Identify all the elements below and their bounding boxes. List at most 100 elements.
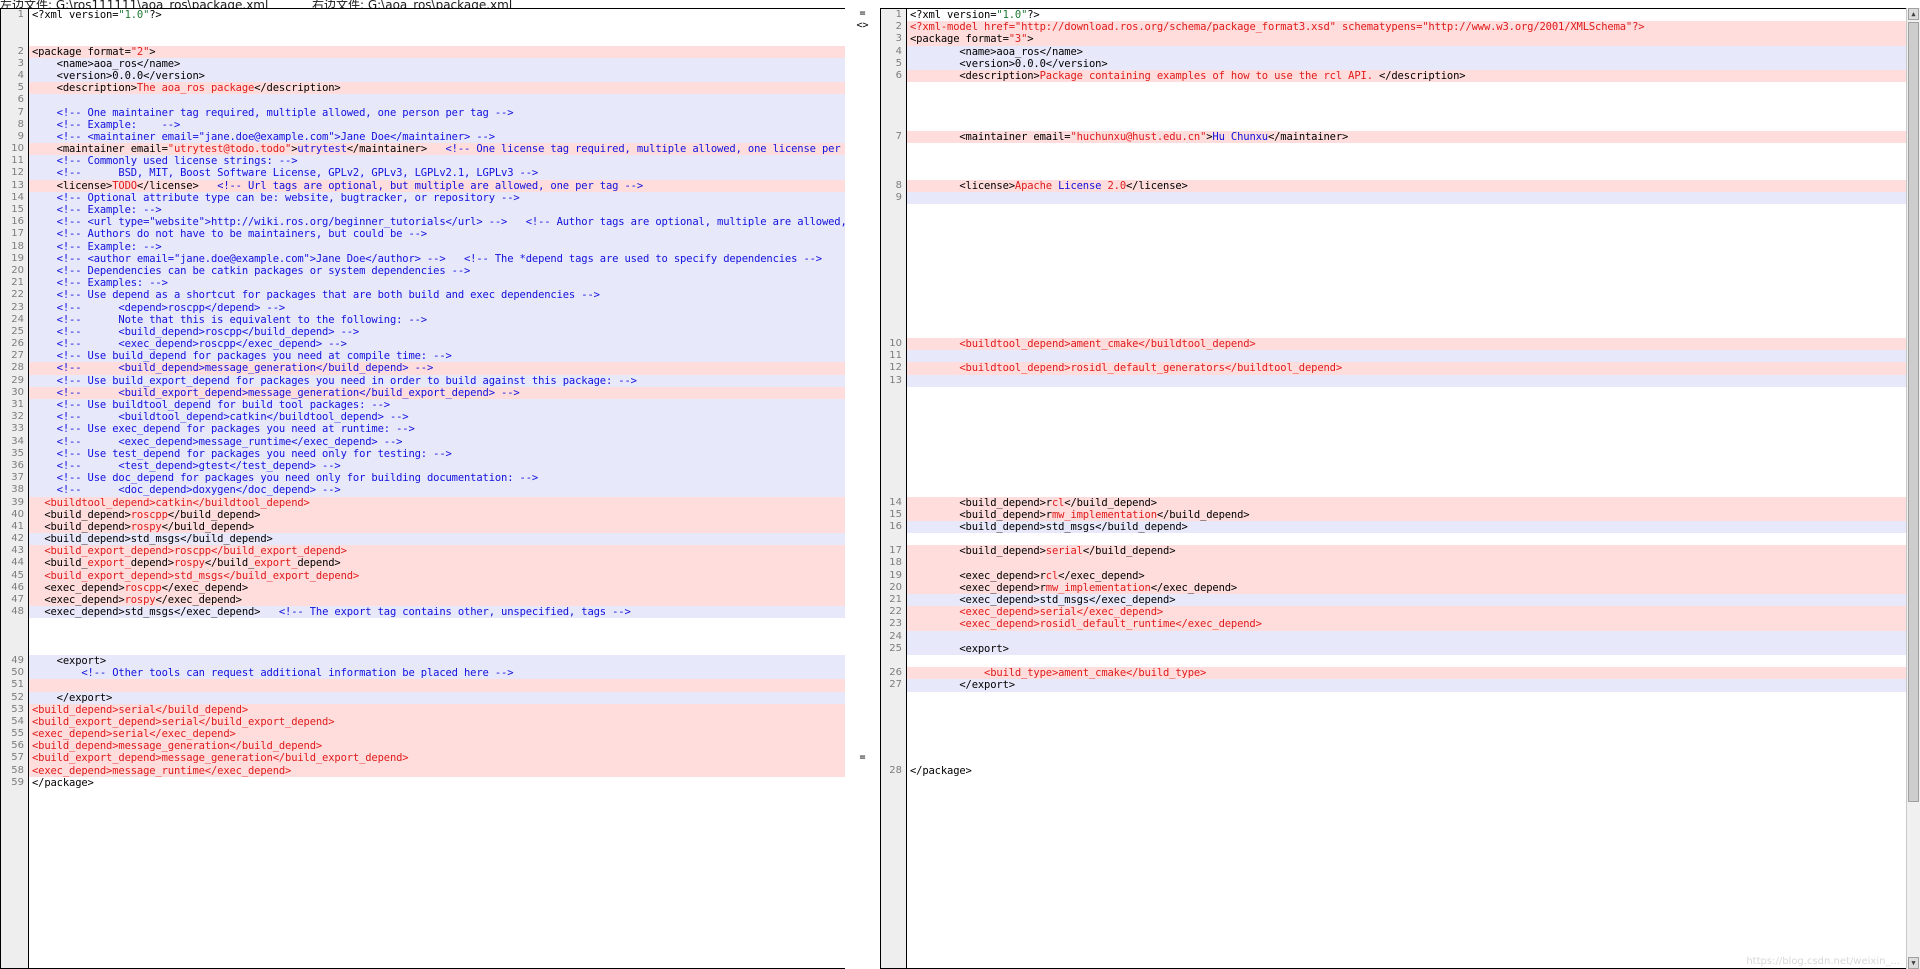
left-code-line[interactable]: </package> xyxy=(29,776,845,789)
right-code-line[interactable] xyxy=(907,350,1920,363)
left-code-line[interactable]: <build_depend>message_generation</build_… xyxy=(29,740,845,753)
right-file-pane[interactable]: 123456 7 89 10 11 12 13 14 15 16 17 18 19 20 21 22… xyxy=(880,8,1920,969)
left-code-line[interactable]: <maintainer email="utrytest@todo.todo">u… xyxy=(29,143,845,156)
right-code-line[interactable]: <build_depend>rcl</build_depend> xyxy=(907,496,1920,509)
right-code-line[interactable] xyxy=(907,386,1920,399)
right-code-line[interactable] xyxy=(907,313,1920,326)
diff-marker[interactable]: = xyxy=(845,752,880,764)
left-code-line[interactable]: <license>TODO</license> <!-- Url tags ar… xyxy=(29,179,845,192)
right-code-line[interactable]: <version>0.0.0</version> xyxy=(907,57,1920,70)
left-code-line[interactable] xyxy=(29,679,845,692)
right-code-line[interactable] xyxy=(907,703,1920,716)
right-code-line[interactable]: <maintainer email="huchunxu@hust.edu.cn"… xyxy=(907,130,1920,144)
left-code-line[interactable]: <!-- BSD, MIT, Boost Software License, G… xyxy=(29,167,845,180)
right-code-line[interactable] xyxy=(907,325,1920,339)
right-code-line[interactable] xyxy=(907,654,1920,668)
left-code-line[interactable]: <build_depend>rospy</build_depend> xyxy=(29,520,845,534)
left-code-line[interactable]: <!-- Examples: --> xyxy=(29,277,845,290)
left-code-line[interactable]: <!-- Use depend as a shortcut for packag… xyxy=(29,289,845,302)
left-code-line[interactable]: <!-- Example: --> xyxy=(29,118,845,131)
right-code-line[interactable]: <license>Apache License 2.0</license> xyxy=(907,179,1920,192)
right-code-line[interactable]: <?xml version="1.0"?> xyxy=(907,9,1920,22)
left-code-line[interactable]: <version>0.0.0</version> xyxy=(29,69,845,83)
left-code-line[interactable]: <exec_depend>roscpp</exec_depend> xyxy=(29,581,845,594)
right-code-line[interactable] xyxy=(907,252,1920,265)
right-code-line[interactable] xyxy=(907,94,1920,107)
left-code-line[interactable]: <buildtool_depend>catkin</buildtool_depe… xyxy=(29,496,845,509)
left-code-line[interactable]: <!-- <author email="jane.doe@example.com… xyxy=(29,252,845,265)
right-code-line[interactable] xyxy=(907,216,1920,229)
left-code-line[interactable]: <!-- <build_depend>message_generation</b… xyxy=(29,362,845,375)
left-code-line[interactable]: <!-- Commonly used license strings: --> xyxy=(29,155,845,168)
right-code-line[interactable]: <export> xyxy=(907,642,1920,655)
left-code-line[interactable]: <!-- Example: --> xyxy=(29,204,845,217)
right-code-line[interactable]: <buildtool_depend>rosidl_default_generat… xyxy=(907,362,1920,375)
right-code-line[interactable]: <name>aoa_ros</name> xyxy=(907,45,1920,58)
left-code-line[interactable]: <!-- <maintainer email="jane.doe@example… xyxy=(29,130,845,144)
left-code-line[interactable]: <?xml version="1.0"?> xyxy=(29,9,845,22)
left-code-line[interactable] xyxy=(29,630,845,643)
left-code-line[interactable]: <!-- <build_depend>roscpp</build_depend>… xyxy=(29,325,845,339)
right-code-line[interactable]: <exec_depend>serial</exec_depend> xyxy=(907,606,1920,619)
vertical-scrollbar[interactable]: ▲ ▼ xyxy=(1906,8,1920,969)
right-code-line[interactable]: <build_depend>serial</build_depend> xyxy=(907,545,1920,558)
right-code-line[interactable] xyxy=(907,447,1920,460)
left-code-line[interactable]: <!-- Use buildtool_depend for build tool… xyxy=(29,399,845,412)
left-code-line[interactable]: <build_export_depend>roscpp</build_expor… xyxy=(29,545,845,558)
right-code-line[interactable] xyxy=(907,106,1920,119)
right-code-line[interactable] xyxy=(907,484,1920,497)
left-code-line[interactable]: <!-- <doc_depend>doxygen</doc_depend> --… xyxy=(29,484,845,497)
right-code-line[interactable] xyxy=(907,167,1920,180)
left-code-line[interactable]: <!-- Note that this is equivalent to the… xyxy=(29,313,845,326)
right-code-line[interactable] xyxy=(907,459,1920,473)
right-code-line[interactable] xyxy=(907,191,1920,204)
left-code-line[interactable] xyxy=(29,21,845,34)
right-code-line[interactable] xyxy=(907,240,1920,253)
right-code-line[interactable] xyxy=(907,411,1920,424)
right-code-line[interactable] xyxy=(907,752,1920,765)
right-code-area[interactable]: <?xml version="1.0"?> <?xml-model href="h… xyxy=(907,9,1920,968)
right-code-line[interactable] xyxy=(907,728,1920,741)
left-code-line[interactable]: </export> xyxy=(29,691,845,704)
right-code-line[interactable] xyxy=(907,277,1920,290)
left-code-line[interactable]: <!-- Example: --> xyxy=(29,240,845,253)
scrollbar-thumb[interactable] xyxy=(1908,22,1919,802)
left-code-line[interactable]: <!-- Use test_depend for packages you ne… xyxy=(29,447,845,460)
left-code-line[interactable]: <!-- <url type="website">http://wiki.ros… xyxy=(29,216,845,229)
right-code-line[interactable] xyxy=(907,740,1920,753)
left-code-line[interactable]: <build_export_depend>serial</build_expor… xyxy=(29,715,845,729)
scroll-up-arrow-icon[interactable]: ▲ xyxy=(1908,8,1919,20)
right-code-line[interactable]: <build_depend>std_msgs</build_depend> xyxy=(907,520,1920,534)
diff-marker[interactable]: = xyxy=(845,8,880,20)
left-code-line[interactable]: <!-- Use exec_depend for packages you ne… xyxy=(29,423,845,436)
diff-marker[interactable]: <> xyxy=(845,20,880,32)
right-code-line[interactable] xyxy=(907,204,1920,217)
right-code-line[interactable] xyxy=(907,118,1920,131)
left-code-line[interactable]: <build_export_depend>message_generation<… xyxy=(29,752,845,765)
left-code-line[interactable]: <description>The aoa_ros package</descri… xyxy=(29,82,845,95)
left-code-line[interactable]: <!-- Authors do not have to be maintaine… xyxy=(29,228,845,241)
right-code-line[interactable]: <buildtool_depend>ament_cmake</buildtool… xyxy=(907,338,1920,351)
left-code-line[interactable]: <build_depend>std_msgs</build_depend> xyxy=(29,533,845,546)
left-code-line[interactable]: <!-- One maintainer tag required, multip… xyxy=(29,106,845,119)
left-code-line[interactable]: <export> xyxy=(29,654,845,668)
right-code-line[interactable] xyxy=(907,715,1920,729)
left-code-line[interactable]: <exec_depend>rospy</exec_depend> xyxy=(29,594,845,607)
left-code-area[interactable]: <?xml version="1.0"?> <package format="2… xyxy=(29,9,845,968)
right-code-line[interactable]: <exec_depend>std_msgs</exec_depend> xyxy=(907,594,1920,607)
left-code-line[interactable]: <package format="2"> xyxy=(29,45,845,58)
right-code-line[interactable]: <exec_depend>rcl</exec_depend> xyxy=(907,569,1920,582)
left-code-line[interactable]: <!-- <build_export_depend>message_genera… xyxy=(29,386,845,399)
right-code-line[interactable] xyxy=(907,533,1920,546)
right-code-line[interactable]: <exec_depend>rmw_implementation</exec_de… xyxy=(907,581,1920,594)
right-code-line[interactable]: <description>Package containing examples… xyxy=(907,69,1920,83)
right-code-line[interactable]: <exec_depend>rosidl_default_runtime</exe… xyxy=(907,618,1920,631)
left-code-line[interactable]: <!-- <exec_depend>message_runtime</exec_… xyxy=(29,435,845,448)
left-code-line[interactable]: <!-- <depend>roscpp</depend> --> xyxy=(29,301,845,314)
left-code-line[interactable]: <!-- <test_depend>gtest</test_depend> --… xyxy=(29,459,845,473)
left-code-line[interactable]: <build_export_depend>rospy</build_export… xyxy=(29,557,845,570)
left-code-line[interactable]: <exec_depend>serial</exec_depend> xyxy=(29,728,845,741)
left-code-line[interactable]: <exec_depend>message_runtime</exec_depen… xyxy=(29,764,845,777)
left-code-line[interactable]: <name>aoa_ros</name> xyxy=(29,57,845,70)
right-code-line[interactable] xyxy=(907,472,1920,485)
